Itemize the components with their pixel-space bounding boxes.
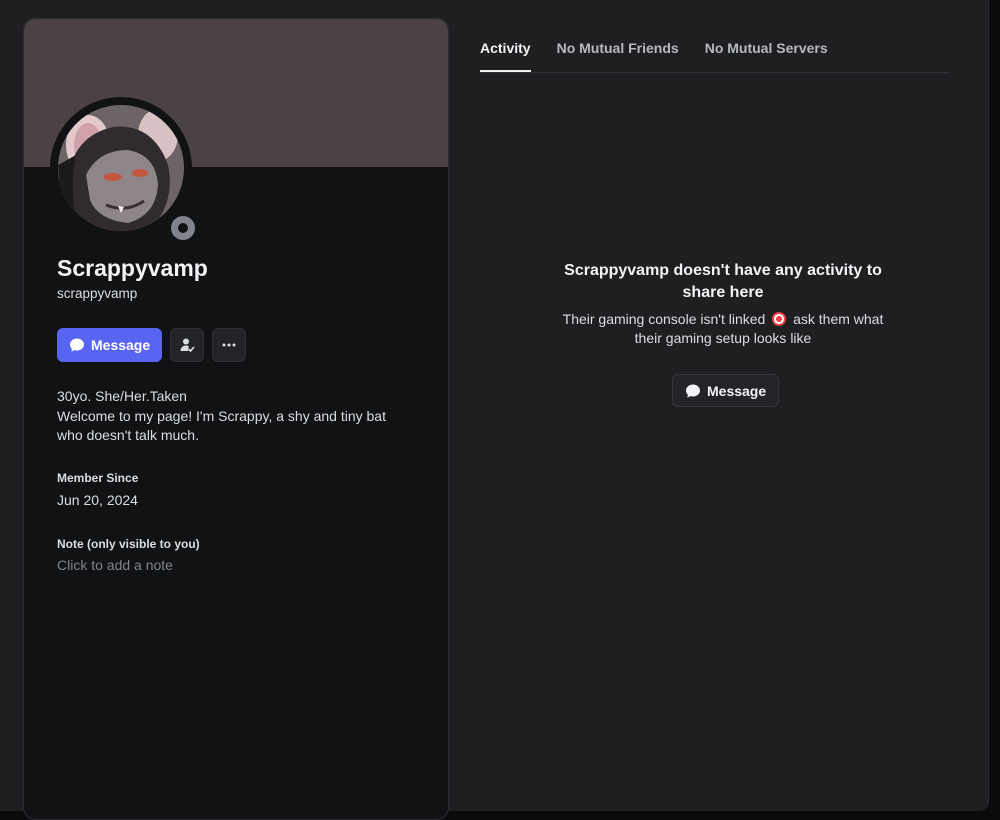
member-since-label: Member Since bbox=[57, 471, 139, 485]
empty-state-subtitle: Their gaming console isn't linked ask th… bbox=[548, 310, 898, 348]
note-label: Note (only visible to you) bbox=[57, 537, 200, 551]
chat-bubble-icon bbox=[70, 338, 84, 352]
message-button-label: Message bbox=[91, 337, 151, 353]
activity-empty-state: Scrappyvamp doesn't have any activity to… bbox=[548, 260, 898, 348]
more-options-button[interactable] bbox=[212, 328, 247, 362]
bio-line: Welcome to my page! I'm Scrappy, a shy a… bbox=[57, 407, 386, 444]
ellipsis-icon bbox=[222, 343, 236, 347]
status-indicator bbox=[165, 210, 201, 246]
empty-state-title: Scrappyvamp doesn't have any activity to… bbox=[564, 262, 882, 301]
message-button[interactable]: Message bbox=[57, 328, 163, 362]
avatar[interactable] bbox=[58, 105, 184, 231]
member-since-value: Jun 20, 2024 bbox=[57, 492, 138, 508]
tab-activity[interactable]: Activity bbox=[480, 38, 531, 72]
direct-hit-emoji-icon bbox=[772, 312, 787, 326]
bio: 30yo. She/Her.Taken Welcome to my page! … bbox=[57, 387, 397, 446]
profile-actions: Message bbox=[57, 328, 247, 362]
note-input[interactable]: Click to add a note bbox=[57, 557, 173, 573]
bio-line: 30yo. She/Her.Taken bbox=[57, 388, 187, 404]
offline-status-icon bbox=[171, 216, 195, 240]
avatar-frame bbox=[50, 97, 201, 246]
username: scrappyvamp bbox=[57, 286, 138, 301]
tab-mutual-friends[interactable]: No Mutual Friends bbox=[557, 38, 679, 72]
display-name: Scrappyvamp bbox=[57, 255, 208, 281]
empty-state-subtitle-part: Their gaming console isn't linked bbox=[562, 311, 766, 327]
profile-tabs: Activity No Mutual Friends No Mutual Ser… bbox=[480, 38, 950, 73]
chat-bubble-icon bbox=[686, 384, 700, 398]
avatar-image bbox=[58, 105, 184, 231]
empty-state-message-label: Message bbox=[707, 382, 767, 399]
empty-state-message-button[interactable]: Message bbox=[672, 374, 780, 407]
profile-card: Scrappyvamp scrappyvamp Message 30yo. Sh… bbox=[23, 18, 449, 820]
tab-mutual-servers[interactable]: No Mutual Servers bbox=[705, 38, 828, 72]
friend-status-button[interactable] bbox=[170, 328, 205, 362]
user-check-icon bbox=[180, 338, 195, 353]
profile-modal: Scrappyvamp scrappyvamp Message 30yo. Sh… bbox=[0, 0, 989, 820]
